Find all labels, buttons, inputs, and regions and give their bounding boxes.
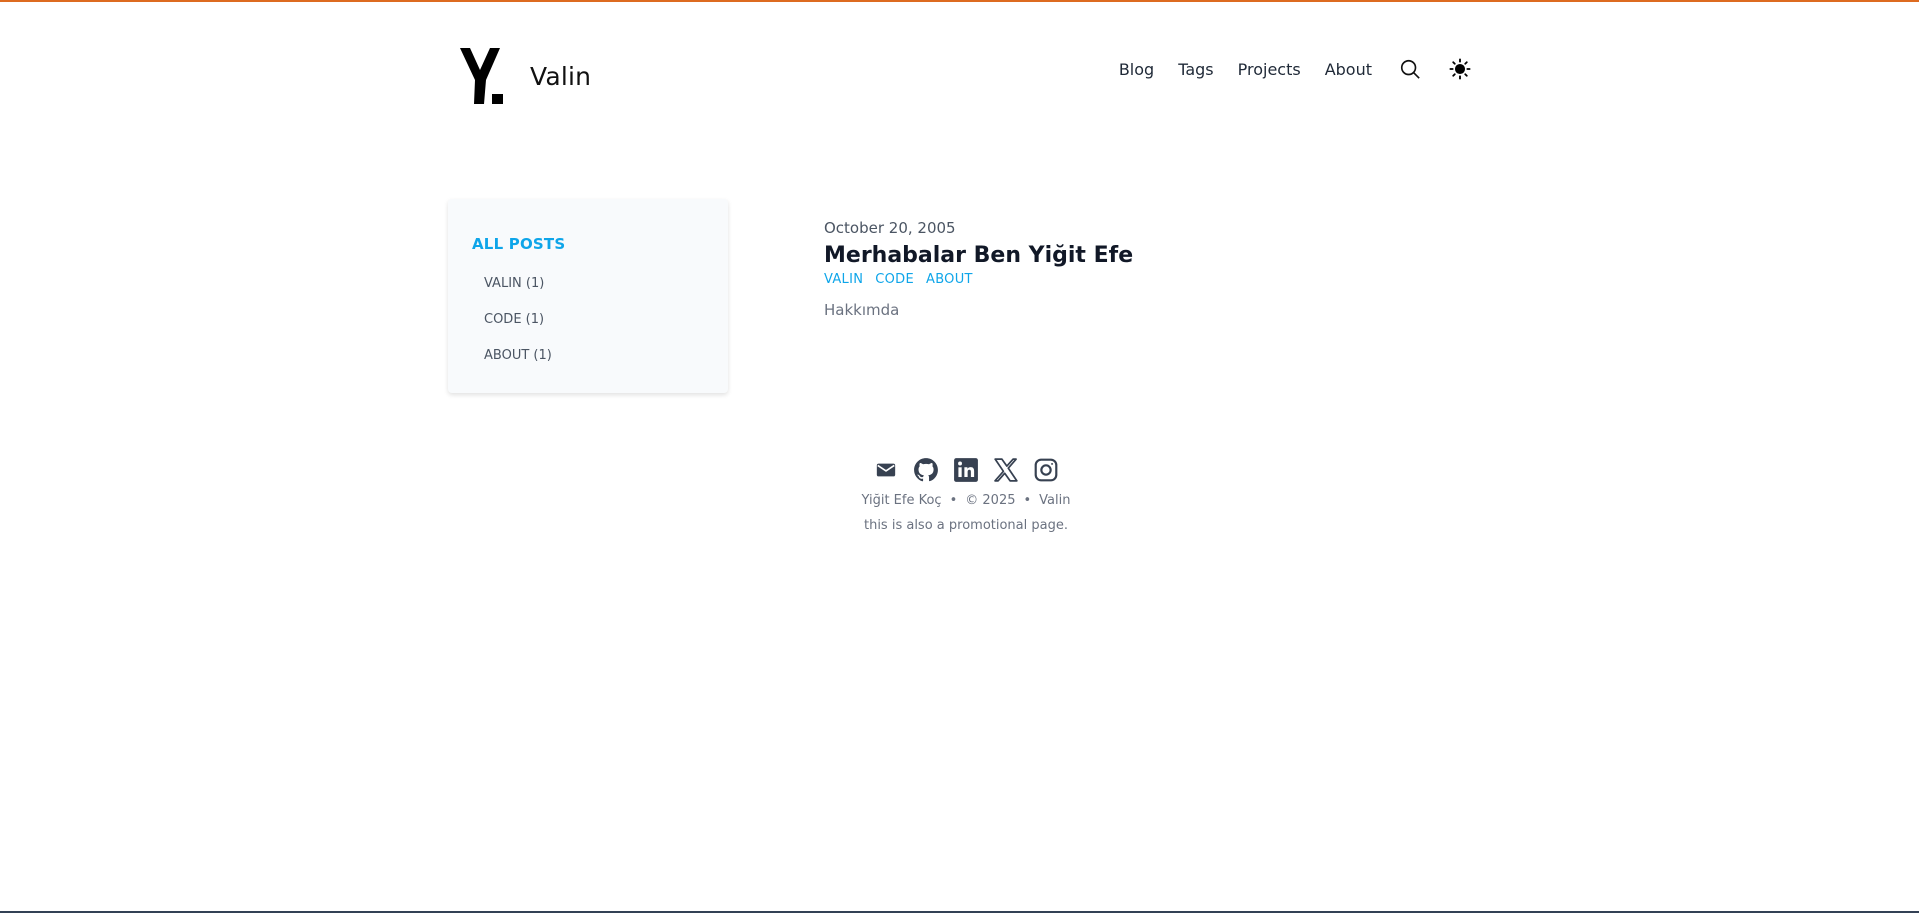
tag-link-code[interactable]: CODE (1) xyxy=(484,312,544,327)
home-link[interactable]: Valin xyxy=(458,46,591,106)
post-tag-valin[interactable]: VALIN xyxy=(824,272,863,287)
y-logo-icon xyxy=(460,48,503,104)
search-button[interactable] xyxy=(1398,57,1422,81)
instagram-icon xyxy=(1034,458,1058,482)
all-posts-link[interactable]: ALL POSTS xyxy=(472,235,565,253)
footer-separator: • xyxy=(949,493,958,508)
sun-icon xyxy=(1449,58,1471,80)
search-icon xyxy=(1400,59,1420,79)
footer-site: Valin xyxy=(1039,493,1071,508)
post-title-link[interactable]: Merhabalar Ben Yiğit Efe xyxy=(824,243,1424,268)
footer-copyright: © 2025 xyxy=(965,493,1016,508)
tag-list: VALIN (1) CODE (1) ABOUT (1) xyxy=(484,272,552,380)
post-entry: October 20, 2005 Merhabalar Ben Yiğit Ef… xyxy=(824,219,1424,319)
site-title: Valin xyxy=(530,61,592,91)
x-icon xyxy=(994,458,1018,482)
linkedin-icon xyxy=(954,458,978,482)
footer-author: Yiğit Efe Koç xyxy=(861,493,942,508)
post-date: October 20, 2005 xyxy=(824,219,956,237)
tag-link-valin[interactable]: VALIN (1) xyxy=(484,276,544,291)
tag-list-item: CODE (1) xyxy=(484,308,552,344)
nav-about[interactable]: About xyxy=(1325,60,1372,79)
nav-tags[interactable]: Tags xyxy=(1178,60,1213,79)
main-nav: Blog Tags Projects About xyxy=(1095,57,1472,81)
footer-note: this is also a promotional page. xyxy=(863,518,1068,533)
mail-link[interactable] xyxy=(873,457,899,483)
linkedin-link[interactable] xyxy=(953,457,979,483)
post-tag-about[interactable]: ABOUT xyxy=(926,272,973,287)
x-link[interactable] xyxy=(993,457,1019,483)
nav-blog[interactable]: Blog xyxy=(1119,60,1154,79)
theme-toggle-button[interactable] xyxy=(1448,57,1472,81)
post-tag-code[interactable]: CODE xyxy=(875,272,914,287)
tag-link-about[interactable]: ABOUT (1) xyxy=(484,348,552,363)
mail-icon xyxy=(876,463,896,477)
nav-projects[interactable]: Projects xyxy=(1238,60,1301,79)
footer-credits: Yiğit Efe Koç • © 2025 • Valin xyxy=(460,493,1472,508)
footer-separator: • xyxy=(1023,493,1032,508)
post-summary: Hakkımda xyxy=(824,301,900,319)
github-link[interactable] xyxy=(913,457,939,483)
tag-list-item: VALIN (1) xyxy=(484,272,552,308)
social-links xyxy=(460,457,1472,483)
instagram-link[interactable] xyxy=(1033,457,1059,483)
github-icon xyxy=(914,458,938,482)
tag-list-item: ABOUT (1) xyxy=(484,344,552,380)
post-tags: VALIN CODE ABOUT xyxy=(824,272,1424,287)
site-header: Valin Blog Tags Projects About xyxy=(448,46,1472,106)
site-footer: Yiğit Efe Koç • © 2025 • Valin this is also … xyxy=(448,457,1472,533)
tag-sidebar: ALL POSTS VALIN (1) CODE (1) ABOUT (1) xyxy=(448,199,728,393)
